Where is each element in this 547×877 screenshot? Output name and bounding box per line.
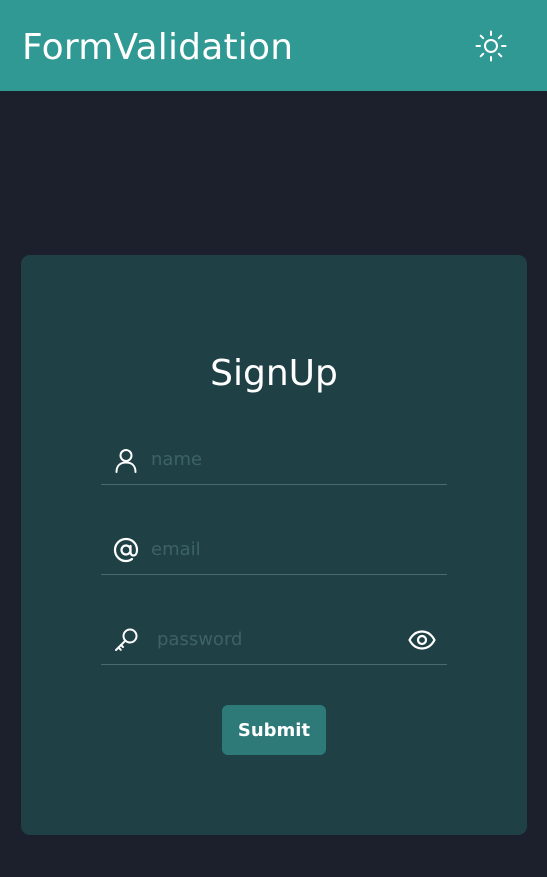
app-root: FormValidation SignUp name email Submit bbox=[0, 0, 547, 877]
password-input[interactable] bbox=[157, 626, 397, 652]
password-field bbox=[101, 616, 447, 665]
app-title: FormValidation bbox=[22, 27, 294, 68]
submit-button[interactable]: Submit bbox=[222, 705, 326, 755]
at-sign-icon bbox=[113, 537, 139, 563]
top-navbar: FormValidation bbox=[0, 0, 547, 91]
show-password-toggle[interactable] bbox=[408, 628, 436, 652]
name-input[interactable] bbox=[151, 446, 391, 472]
sun-icon bbox=[475, 30, 507, 62]
key-icon bbox=[113, 627, 139, 653]
email-field bbox=[101, 526, 447, 575]
email-input[interactable] bbox=[151, 536, 391, 562]
user-icon bbox=[113, 447, 139, 473]
eye-icon bbox=[408, 630, 436, 650]
theme-toggle-button[interactable] bbox=[472, 27, 510, 65]
form-title: SignUp bbox=[210, 353, 338, 394]
name-field bbox=[101, 436, 447, 485]
signup-card: SignUp name email Submit bbox=[21, 255, 527, 835]
